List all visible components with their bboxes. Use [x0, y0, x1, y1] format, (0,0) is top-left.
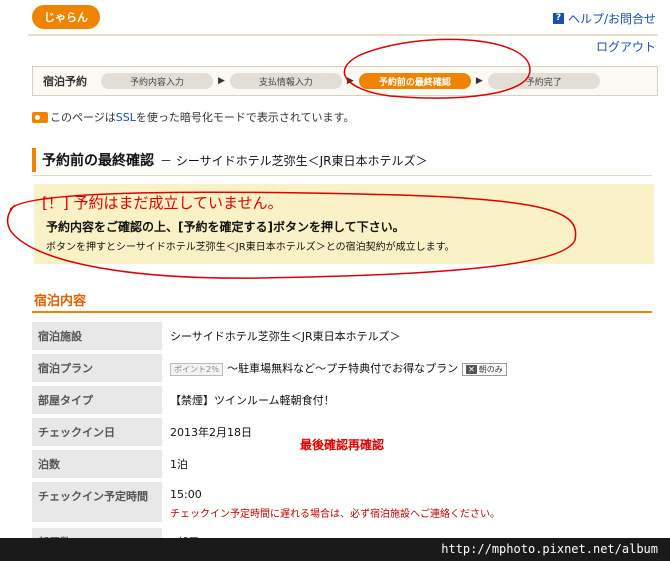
warning-heading: [！] 予約はまだ成立していません。 [42, 194, 283, 212]
meal-label: 朝のみ [478, 365, 503, 374]
row-key: 泊数 [32, 450, 162, 478]
row-key: 宿泊プラン [32, 354, 162, 382]
step-payment: 支払情報入力 [229, 73, 342, 89]
warning-line1: 予約内容をご確認の上、[予約を確定する]ボタンを押して下さい。 [46, 220, 405, 234]
steps-label: 宿泊予約 [43, 75, 87, 88]
row-value: 1泊 [170, 458, 188, 471]
row-value: 【禁煙】ツインルーム軽朝食付！ [170, 394, 335, 407]
watermark-text: http://mphoto.pixnet.net/album [441, 542, 658, 556]
table-row: 宿泊施設 シーサイドホテル芝弥生＜JR東日本ホテルズ＞ [32, 322, 652, 350]
meal-badge: ✕ 朝のみ [462, 363, 507, 376]
plan-name: ～駐車場無料など～プチ特典付でお得なプラン [227, 362, 459, 375]
ssl-pre: このページは [50, 111, 116, 124]
table-row: 宿泊プラン ポイント2％ ～駐車場無料など～プチ特典付でお得なプラン ✕ 朝のみ [32, 354, 652, 382]
progress-steps: 宿泊予約 予約内容入力 ▶ 支払情報入力 ▶ 予約前の最終確認 ▶ 予約完了 [32, 66, 658, 96]
row-key: チェックイン予定時間 [32, 482, 162, 522]
row-key: チェックイン日 [32, 418, 162, 446]
step-final-confirm: 予約前の最終確認 [358, 73, 471, 89]
row-key: 部屋タイプ [32, 386, 162, 414]
ssl-post: を使った暗号化モードで表示されています。 [135, 111, 355, 124]
fork-knife-icon: ✕ [466, 365, 477, 374]
title-divider [32, 175, 652, 176]
table-row: 部屋タイプ 【禁煙】ツインルーム軽朝食付！ [32, 386, 652, 414]
step-arrow-icon: ▶ [218, 76, 225, 86]
header-divider [28, 34, 658, 36]
section-title: 宿泊内容 [34, 294, 87, 309]
help-link[interactable]: ? ヘルプ/お問合せ [552, 10, 656, 27]
watermark-bar: http://mphoto.pixnet.net/album [0, 538, 670, 561]
page-title: 予約前の最終確認 － シーサイドホテル芝弥生＜JR東日本ホテルズ＞ [32, 148, 652, 172]
checkin-note: チェックイン予定時間に遅れる場合は、必ず宿泊施設へご連絡ください。 [170, 509, 500, 520]
row-value: 15:00 チェックイン予定時間に遅れる場合は、必ず宿泊施設へご連絡ください。 [162, 482, 652, 526]
help-icon: ? [552, 13, 564, 24]
logout-link[interactable]: ログアウト [596, 38, 656, 55]
page-title-main: 予約前の最終確認 [42, 153, 154, 169]
checkin-time: 15:00 [170, 488, 202, 501]
key-icon [32, 111, 48, 123]
row-key: 宿泊施設 [32, 322, 162, 350]
point-badge: ポイント2％ [170, 363, 224, 376]
row-value: シーサイドホテル芝弥生＜JR東日本ホテルズ＞ [170, 330, 401, 343]
page-title-hotel: － シーサイドホテル芝弥生＜JR東日本ホテルズ＞ [160, 153, 428, 168]
section-divider [32, 311, 652, 313]
step-complete: 予約完了 [487, 73, 600, 89]
row-value: 2013年2月18日 [170, 426, 252, 439]
help-label: ヘルプ/お問合せ [567, 12, 656, 26]
table-row: 泊数 1泊 [32, 450, 652, 478]
step-arrow-icon: ▶ [346, 76, 354, 86]
jalan-logo[interactable]: じゃらん [32, 5, 100, 29]
step-arrow-icon: ▶ [475, 76, 483, 86]
warning-box: [！] 予約はまだ成立していません。 予約内容をご確認の上、[予約を確定する]ボ… [34, 184, 654, 264]
warning-line2: ボタンを押すとシーサイドホテル芝弥生＜JR東日本ホテルズ＞との宿泊契約が成立しま… [46, 242, 455, 253]
row-value: ポイント2％ ～駐車場無料など～プチ特典付でお得なプラン ✕ 朝のみ [162, 354, 652, 382]
handwritten-note: 最後確認再確認 [300, 438, 385, 452]
ssl-notice: このページは SSL を使った暗号化モードで表示されています。 [32, 109, 354, 125]
table-row: チェックイン予定時間 15:00 チェックイン予定時間に遅れる場合は、必ず宿泊施… [32, 482, 652, 526]
ssl-link[interactable]: SSL [116, 111, 136, 124]
step-input: 予約内容入力 [101, 73, 213, 89]
